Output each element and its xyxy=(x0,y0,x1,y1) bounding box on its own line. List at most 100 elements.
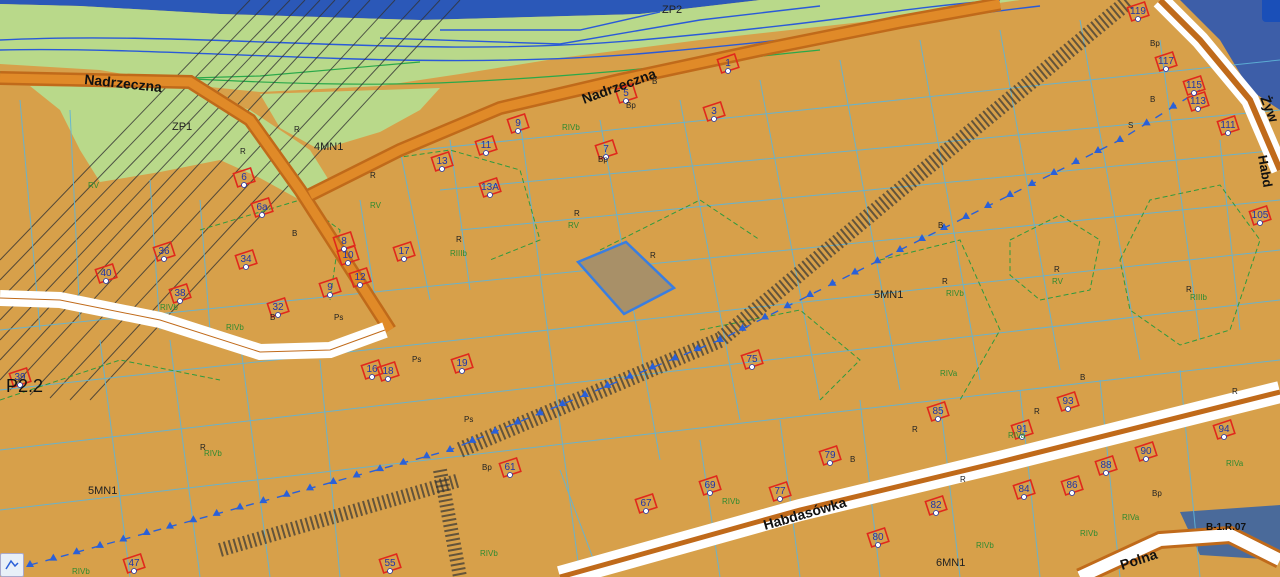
house-number[interactable]: 117 xyxy=(1158,56,1174,67)
land-code-label: R xyxy=(294,125,300,134)
house-number[interactable]: 77 xyxy=(774,486,786,497)
house-number[interactable]: 79 xyxy=(824,450,836,461)
house-number[interactable]: 69 xyxy=(704,480,716,491)
address-point-marker xyxy=(1069,490,1075,496)
land-code-label: B xyxy=(1150,95,1155,104)
land-code-label: RIVb xyxy=(72,567,90,576)
house-number[interactable]: 9 xyxy=(327,282,333,293)
house-number[interactable]: 8 xyxy=(341,236,347,247)
house-number[interactable]: 82 xyxy=(930,500,942,511)
zone-label-br: B-1.R.07 xyxy=(1206,522,1246,533)
address-point-marker xyxy=(515,128,521,134)
house-number[interactable]: 80 xyxy=(872,532,884,543)
layer-control-icon[interactable] xyxy=(1262,0,1280,22)
address-point-marker xyxy=(777,496,783,502)
address-point-marker xyxy=(327,292,333,298)
house-number[interactable]: 88 xyxy=(1100,460,1112,471)
address-point-marker xyxy=(161,256,167,262)
zoning-map[interactable]: 1 3 5 6 6a 7 8 9 9 10 11 12 13 13A 16 17 18 19 32 34 36 38 40 4… xyxy=(0,0,1280,577)
house-number[interactable]: 10 xyxy=(342,250,354,261)
address-point-marker xyxy=(1163,66,1169,72)
house-number[interactable]: 19 xyxy=(456,358,468,369)
address-point-marker xyxy=(1143,456,1149,462)
minimap-icon[interactable] xyxy=(0,553,24,577)
house-number[interactable]: 113 xyxy=(1190,96,1206,107)
land-code-label: RIIIb xyxy=(1190,293,1207,302)
map-canvas[interactable]: 13566a78991011121313A1617181932343638404… xyxy=(0,0,1280,577)
land-code-label: RIVb xyxy=(562,123,580,132)
land-code-label: Bp xyxy=(482,463,492,472)
land-code-label: RV xyxy=(88,181,100,190)
house-number[interactable]: 86 xyxy=(1066,480,1078,491)
land-code-label: RIVb xyxy=(204,449,222,458)
land-code-label: RIVb xyxy=(226,323,244,332)
address-point-marker xyxy=(483,150,489,156)
land-code-label: RIVb xyxy=(976,541,994,550)
house-number[interactable]: 9 xyxy=(515,118,521,129)
house-number[interactable]: 32 xyxy=(272,302,284,313)
land-code-label: RIVb xyxy=(722,497,740,506)
land-code-label: RIVb xyxy=(160,303,178,312)
house-number[interactable]: 13A xyxy=(481,182,499,193)
address-point-marker xyxy=(1257,220,1263,226)
house-number[interactable]: 85 xyxy=(932,406,944,417)
house-number[interactable]: 84 xyxy=(1018,484,1030,495)
minimap-glyph xyxy=(5,559,19,570)
house-number[interactable]: 61 xyxy=(504,462,516,473)
house-number[interactable]: 75 xyxy=(746,354,758,365)
house-number[interactable]: 105 xyxy=(1252,210,1269,221)
address-point-marker xyxy=(875,542,881,548)
zone-label-5mn1-left: 5MN1 xyxy=(88,485,117,497)
house-number[interactable]: 16 xyxy=(366,364,378,375)
address-point-marker xyxy=(369,374,375,380)
house-number[interactable]: 93 xyxy=(1062,396,1074,407)
zone-label-5mn1-center: 5MN1 xyxy=(874,289,903,301)
house-number[interactable]: 34 xyxy=(240,254,252,265)
house-number[interactable]: 40 xyxy=(100,268,112,279)
address-point-marker xyxy=(1225,130,1231,136)
house-number[interactable]: 7 xyxy=(603,144,609,155)
land-code-label: B xyxy=(850,455,855,464)
house-number[interactable]: 13 xyxy=(436,156,448,167)
address-point-marker xyxy=(387,568,393,574)
land-code-label: Ps xyxy=(412,355,421,364)
house-number[interactable]: 11 xyxy=(481,140,492,151)
house-number[interactable]: 6 xyxy=(241,172,247,183)
house-number[interactable]: 119 xyxy=(1130,6,1146,17)
land-code-label: R xyxy=(960,475,966,484)
address-point-marker xyxy=(103,278,109,284)
land-code-label: RV xyxy=(1052,277,1064,286)
address-point-marker xyxy=(131,568,137,574)
house-number[interactable]: 38 xyxy=(174,288,186,299)
zone-label-6mn1: 6MN1 xyxy=(936,557,965,569)
land-code-label: Bp xyxy=(1152,489,1162,498)
address-point-marker xyxy=(1135,16,1141,22)
house-number[interactable]: 55 xyxy=(384,558,396,569)
house-number[interactable]: 12 xyxy=(354,272,366,283)
address-point-marker xyxy=(487,192,493,198)
land-code-label: Bp xyxy=(598,155,608,164)
land-code-label: RIVa xyxy=(940,369,958,378)
house-number[interactable]: 67 xyxy=(640,498,652,509)
house-number[interactable]: 111 xyxy=(1220,120,1236,131)
house-number[interactable]: 90 xyxy=(1140,446,1152,457)
house-number[interactable]: 18 xyxy=(382,366,394,377)
address-point-marker xyxy=(357,282,363,288)
address-point-marker xyxy=(643,508,649,514)
land-code-label: RIVa xyxy=(1122,513,1140,522)
address-point-marker xyxy=(1065,406,1071,412)
address-point-marker xyxy=(725,68,731,74)
house-number[interactable]: 1 xyxy=(725,58,731,69)
land-code-label: B xyxy=(292,229,297,238)
house-number[interactable]: 94 xyxy=(1218,424,1230,435)
house-number[interactable]: 115 xyxy=(1186,80,1202,91)
land-code-label: RIVb xyxy=(946,289,964,298)
land-code-label: B xyxy=(270,313,275,322)
house-number[interactable]: 6a xyxy=(256,202,268,213)
address-point-marker xyxy=(827,460,833,466)
house-number[interactable]: 17 xyxy=(398,246,410,257)
house-number[interactable]: 47 xyxy=(128,558,140,569)
land-code-label: B xyxy=(938,221,943,230)
house-number[interactable]: 36 xyxy=(158,246,170,257)
house-number[interactable]: 3 xyxy=(711,106,717,117)
